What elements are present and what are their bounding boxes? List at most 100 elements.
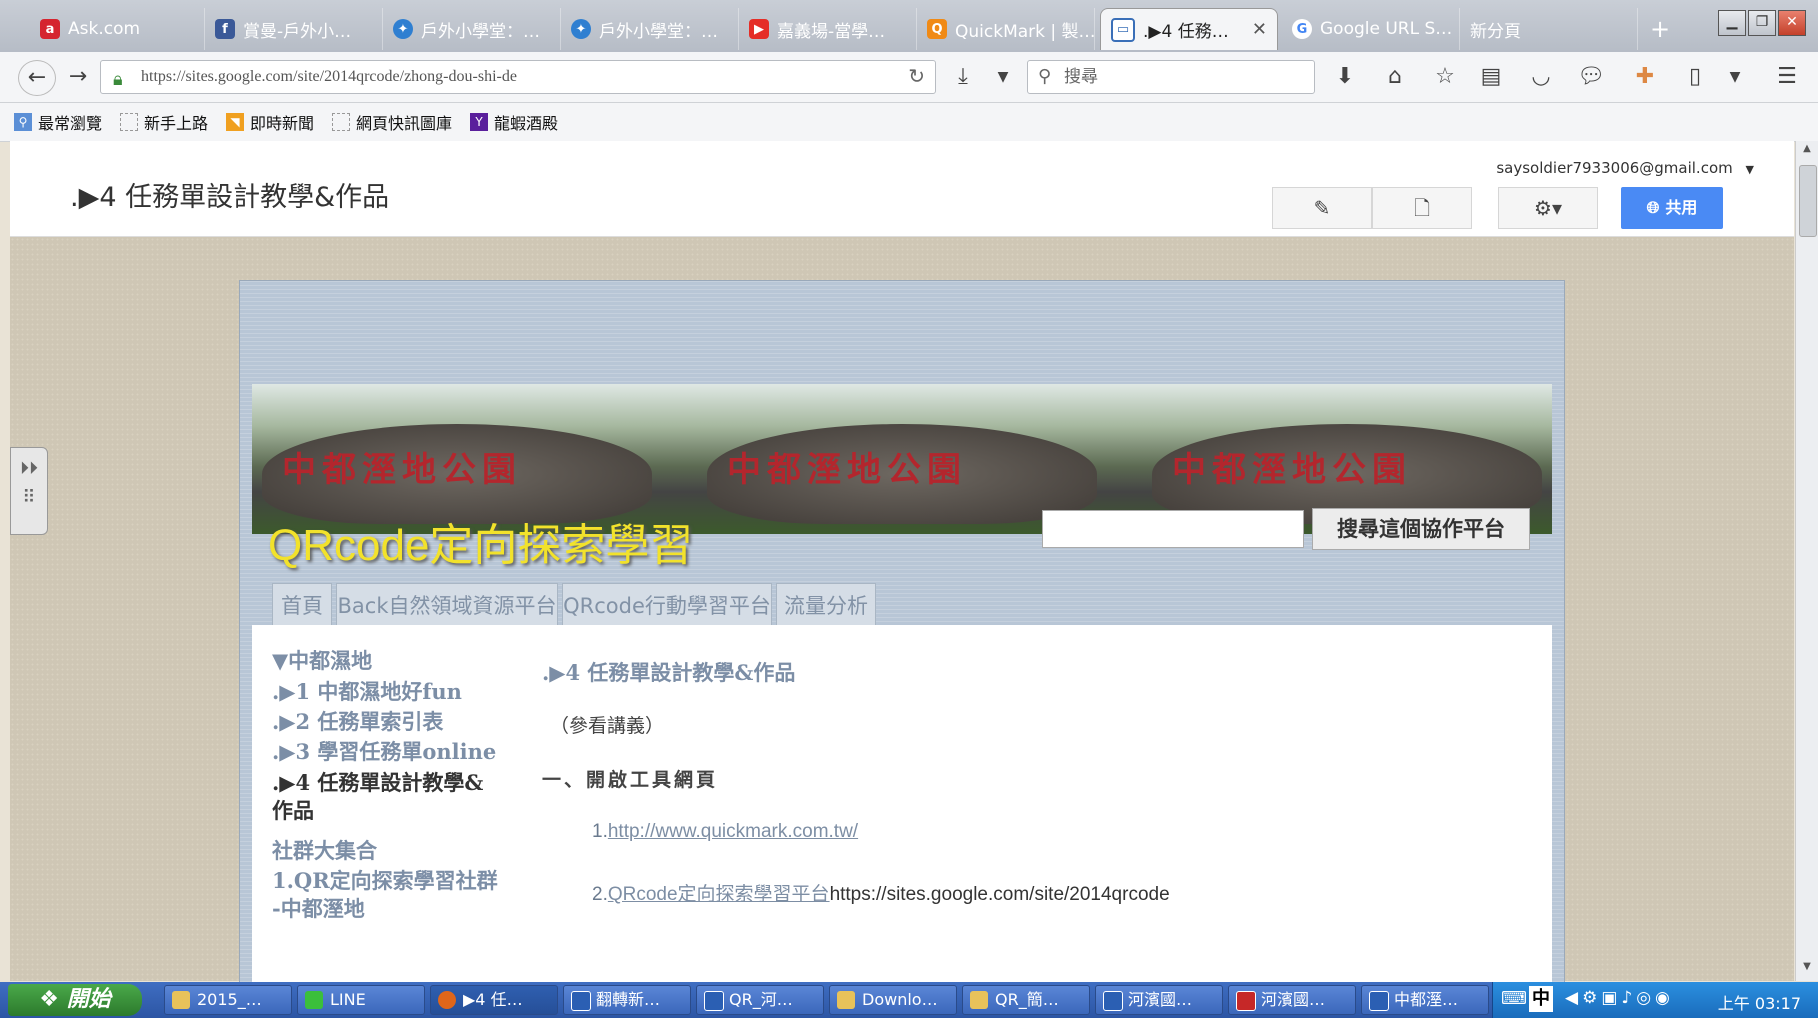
taskbar-item[interactable]: QR_簡…	[962, 985, 1090, 1015]
browser-tab[interactable]: Q QuickMark | 製…	[917, 8, 1095, 50]
folder-icon	[837, 991, 855, 1009]
fast-forward-icon: ⏵⏵	[20, 458, 38, 479]
platform-link[interactable]: QRcode定向探索學習平台	[608, 884, 830, 905]
sidebar-item-community-1[interactable]: 1.QR定向探索學習社群	[272, 865, 498, 895]
browser-tab[interactable]: G Google URL S…	[1282, 8, 1460, 50]
taskbar-item[interactable]: QR_河…	[696, 985, 824, 1015]
edit-page-button[interactable]: ✎	[1272, 187, 1372, 229]
browser-tab[interactable]: ▶ 嘉義場-當學…	[739, 8, 917, 50]
close-window-button[interactable]: ✕	[1778, 10, 1806, 36]
page-scrollbar[interactable]: ▲ ▼	[1795, 141, 1818, 981]
start-button[interactable]: ❖ 開始	[8, 984, 142, 1016]
bookmark-item[interactable]: Y 龍蝦酒殿	[470, 109, 558, 135]
folder-icon	[970, 991, 988, 1009]
browser-tab[interactable]: ✦ 戶外小學堂：…	[383, 8, 561, 50]
clipboard-icon[interactable]: ▯	[1678, 60, 1712, 94]
sidebar-item-4-current[interactable]: .▶4 任務單設計教學&	[272, 767, 483, 797]
link-item-2: 2.QRcode定向探索學習平台https://sites.google.com…	[592, 879, 1170, 906]
reload-icon[interactable]: ↻	[908, 61, 925, 93]
banner-text: 中都溼地公園	[727, 450, 967, 490]
scroll-down-icon[interactable]: ▼	[1799, 961, 1815, 977]
sidebar-item-1[interactable]: .▶1 中都濕地好fun	[272, 676, 462, 706]
windows-logo-icon: ❖	[39, 987, 67, 1012]
tab-label: 戶外小學堂：…	[421, 21, 540, 42]
search-input[interactable]: ⚲ 搜尋	[1027, 60, 1315, 94]
taskbar-item[interactable]: 河濱國…	[1228, 985, 1356, 1015]
site-search-button[interactable]: 搜尋這個協作平台	[1312, 508, 1530, 550]
google-icon: G	[1292, 19, 1312, 39]
site-search-input[interactable]	[1042, 510, 1304, 548]
sidebar-item-community-1-cont[interactable]: -中都溼地	[272, 893, 365, 923]
bookmark-item[interactable]: ◥ 即時新聞	[226, 109, 314, 135]
minimize-button[interactable]: ▁	[1718, 10, 1746, 36]
reading-list-icon[interactable]: ▤	[1474, 60, 1508, 94]
chat-icon[interactable]: 💬︎	[1574, 60, 1608, 94]
scrollbar-thumb[interactable]	[1799, 165, 1817, 237]
close-tab-icon[interactable]: ✕	[1252, 19, 1267, 40]
sidebar-item-zhongdu[interactable]: ▼中都濕地	[272, 645, 372, 675]
bookmark-label: 網頁快訊圖庫	[356, 114, 453, 133]
bookmarks-bar: ⚲ 最常瀏覽 新手上路 ◥ 即時新聞 網頁快訊圖庫 Y 龍蝦酒殿	[0, 103, 1818, 142]
share-label: 共用	[1665, 198, 1698, 217]
most-visited-icon: ⚲	[14, 113, 32, 131]
new-tab-button[interactable]: +	[1640, 8, 1680, 50]
browser-tab[interactable]: ✦ 戶外小學堂：…	[561, 8, 739, 50]
new-page-button[interactable]: 🗋︎	[1372, 187, 1472, 229]
download-arrow-icon[interactable]: ⤓	[946, 60, 980, 94]
ime-indicator[interactable]: 中	[1529, 986, 1553, 1012]
downloads-icon[interactable]: ⬇	[1328, 60, 1362, 94]
word-doc-icon	[571, 991, 591, 1011]
taskbar-item[interactable]: LINE	[297, 985, 425, 1015]
line-app-icon	[305, 991, 323, 1009]
site-tab-analytics[interactable]: 流量分析	[776, 583, 876, 626]
url-text: https://sites.google.com/site/2014qrcode…	[141, 68, 517, 85]
chevron-down-icon[interactable]: ▼	[986, 60, 1020, 94]
pocket-icon[interactable]: ◡	[1524, 60, 1558, 94]
forward-button[interactable]: →	[60, 60, 96, 94]
keyboard-icon[interactable]: ⌨	[1501, 988, 1527, 1009]
firefox-icon	[438, 991, 456, 1009]
bookmark-item[interactable]: 網頁快訊圖庫	[332, 109, 452, 135]
system-tray: ⌨ 中 ◀⚙▣♪◎◉ 上午 03:17	[1492, 982, 1818, 1018]
clock[interactable]: 上午 03:17	[1718, 990, 1801, 1014]
bookmark-item[interactable]: 新手上路	[120, 109, 208, 135]
sidebar-item-2[interactable]: .▶2 任務單索引表	[272, 706, 443, 736]
platform-url-text: https://sites.google.com/site/2014qrcode	[829, 884, 1170, 905]
share-button[interactable]: 🌐︎ 共用	[1621, 187, 1723, 229]
taskbar: ❖ 開始 2015_… LINE ▶4 任… 翻轉新… QR_河… Downlo…	[0, 982, 1818, 1018]
taskbar-item[interactable]: Downlo…	[829, 985, 957, 1015]
bookmark-item[interactable]: ⚲ 最常瀏覽	[14, 109, 102, 135]
quickmark-link[interactable]: http://www.quickmark.com.tw/	[608, 821, 858, 842]
tray-icons[interactable]: ◀⚙▣♪◎◉	[1565, 988, 1674, 1008]
taskbar-item[interactable]: 翻轉新…	[563, 985, 691, 1015]
addon-icon[interactable]: ✚	[1628, 60, 1662, 94]
search-placeholder: 搜尋	[1064, 67, 1098, 87]
url-bar[interactable]: 🔒︎ https://sites.google.com/site/2014qrc…	[100, 60, 936, 94]
sidebar-item-3[interactable]: .▶3 學習任務單online	[272, 736, 496, 766]
restore-button[interactable]: ❐	[1748, 10, 1776, 36]
bookmark-star-icon[interactable]: ☆	[1428, 60, 1462, 94]
browser-tab[interactable]: 新分頁	[1460, 8, 1638, 50]
taskbar-item[interactable]: 2015_…	[164, 985, 292, 1015]
site-tab-qrcode-platform[interactable]: QRcode行動學習平台	[562, 583, 772, 626]
chevron-down-icon[interactable]: ▼	[1718, 60, 1752, 94]
scroll-up-icon[interactable]: ▲	[1799, 143, 1815, 159]
home-icon[interactable]: ⌂	[1378, 60, 1412, 94]
browser-tab[interactable]: a Ask.com	[30, 8, 205, 50]
browser-tab[interactable]: f 賞曼-戶外小…	[205, 8, 383, 50]
taskbar-item[interactable]: 中都溼…	[1361, 985, 1489, 1015]
new-page-icon: 🗋︎	[1413, 196, 1431, 220]
menu-icon[interactable]: ☰	[1770, 60, 1804, 94]
side-dock-handle[interactable]: ⏵⏵ ⠿	[10, 447, 48, 535]
taskbar-item[interactable]: 河濱國…	[1095, 985, 1223, 1015]
account-menu[interactable]: saysoldier7933006@gmail.com ▼	[1496, 159, 1754, 177]
settings-button[interactable]: ⚙▾	[1498, 187, 1598, 229]
taskbar-item-active[interactable]: ▶4 任…	[430, 985, 558, 1015]
sidebar-item-4-current-cont[interactable]: 作品	[272, 795, 314, 825]
site-tab-home[interactable]: 首頁	[272, 583, 332, 626]
browser-tab-active[interactable]: ▭ .▶4 任務… ✕	[1100, 8, 1278, 50]
back-button[interactable]: ←	[18, 60, 56, 96]
site-tab-back-resources[interactable]: Back自然領域資源平台	[336, 583, 558, 626]
site-title[interactable]: QRcode定向探索學習	[268, 509, 693, 573]
search-icon: ⚲	[1038, 66, 1052, 87]
